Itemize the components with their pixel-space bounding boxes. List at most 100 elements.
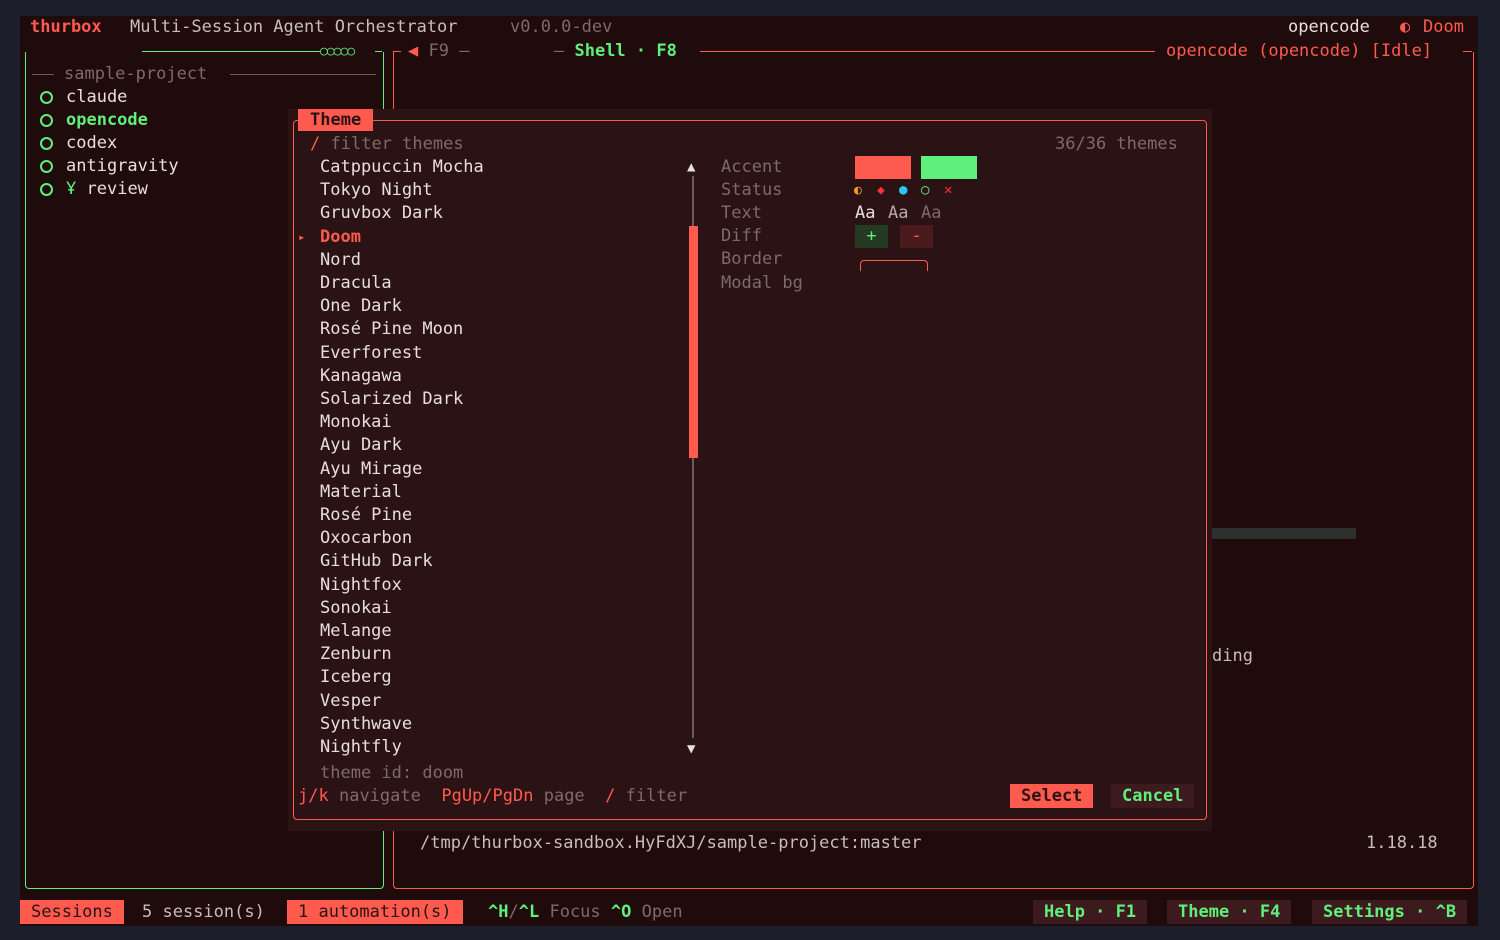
shell-partial-text: ding — [1212, 646, 1253, 666]
theme-list-item[interactable]: Nightfox — [320, 574, 402, 597]
theme-list-item[interactable]: Dracula — [320, 272, 392, 295]
text-sample-secondary: Aa — [888, 203, 909, 223]
selected-theme-marker: ▸ — [298, 230, 306, 244]
session-status-title: opencode (opencode) [Idle] — [1166, 41, 1433, 61]
shell-highlight-bar — [1212, 528, 1356, 539]
status-active-icon: ● — [899, 182, 908, 198]
help-button[interactable]: Help · F1 — [1033, 900, 1148, 924]
accent-swatch — [855, 156, 911, 179]
app-version: v0.0.0-dev — [510, 17, 613, 37]
project-name: sample-project — [64, 64, 208, 84]
theme-indicator-icon: ◐ — [1400, 17, 1411, 37]
preview-diff-label: Diff — [721, 226, 762, 246]
theme-list-item[interactable]: Gruvbox Dark — [320, 202, 443, 225]
status-idle-icon: ○ — [921, 182, 930, 198]
theme-list-item[interactable]: Doom — [320, 226, 361, 249]
secondary-swatch — [921, 156, 977, 179]
worktree-branch-icon: Ұ — [66, 179, 77, 199]
tab-shell[interactable]: — Shell · F8 — [554, 40, 677, 63]
theme-list-item[interactable]: Ayu Mirage — [320, 458, 422, 481]
status-busy-icon: ◐ — [854, 183, 862, 198]
select-button[interactable]: Select — [1010, 784, 1094, 808]
theme-list-item[interactable]: Sonokai — [320, 597, 392, 620]
theme-list-item[interactable]: Synthwave — [320, 713, 412, 736]
focus-hint: ^H/^L Focus ^O Open — [488, 902, 683, 922]
theme-list-item[interactable]: Solarized Dark — [320, 388, 463, 411]
sessions-status-tab[interactable]: Sessions — [20, 900, 124, 924]
theme-list-item[interactable]: Zenburn — [320, 643, 392, 666]
theme-list-item[interactable]: Monokai — [320, 411, 392, 434]
theme-list-item[interactable]: Melange — [320, 620, 392, 643]
automation-badge[interactable]: 1 automation(s) — [287, 900, 463, 924]
diff-remove-sample: - — [900, 225, 933, 248]
session-label: review — [86, 179, 148, 199]
theme-list-item[interactable]: Rosé Pine Moon — [320, 318, 463, 341]
diff-add-sample: + — [855, 225, 888, 248]
theme-button[interactable]: Theme · F4 — [1167, 900, 1292, 924]
scroll-down-arrow[interactable]: ▼ — [687, 738, 695, 761]
app-name: thurbox — [30, 17, 102, 37]
sessions-panel-top-border-right — [375, 51, 382, 52]
theme-list-item[interactable]: Nord — [320, 249, 361, 272]
shell-version: 1.18.18 — [1366, 833, 1438, 853]
theme-list-item[interactable]: Iceberg — [320, 666, 392, 689]
theme-list-item[interactable]: Oxocarbon — [320, 527, 412, 550]
theme-id: theme id: doom — [320, 763, 464, 783]
project-divider-right — [230, 74, 376, 75]
shell-border-seg — [393, 51, 401, 52]
theme-list-item[interactable]: One Dark — [320, 295, 402, 318]
theme-list-scroll-thumb[interactable] — [689, 226, 698, 458]
terminal-window: thurbox Multi-Session Agent Orchestrator… — [20, 16, 1478, 926]
session-item-codex[interactable]: codex — [40, 132, 117, 155]
session-item-claude[interactable]: claude — [40, 86, 127, 109]
status-error-icon: ✕ — [944, 182, 953, 198]
theme-count: 36/36 themes — [1055, 134, 1178, 154]
session-item-review[interactable]: Ұ review — [40, 178, 148, 201]
session-status-icon — [40, 136, 53, 150]
session-count: 5 session(s) — [142, 902, 265, 922]
session-label: opencode — [66, 110, 148, 130]
session-status-icon — [40, 182, 53, 196]
theme-modal-title: Theme — [298, 109, 374, 131]
session-status-icon — [40, 159, 53, 173]
theme-list-item[interactable]: Ayu Dark — [320, 434, 402, 457]
status-waiting-icon: ◆ — [877, 183, 885, 198]
border-sample — [860, 260, 928, 271]
settings-button[interactable]: Settings · ^B — [1312, 900, 1468, 924]
panel-resize-handle[interactable]: ○○○○○ — [320, 40, 355, 63]
session-status-icon — [40, 113, 53, 127]
preview-status-label: Status — [721, 180, 783, 200]
theme-list-item[interactable]: Rosé Pine — [320, 504, 412, 527]
shell-path: /tmp/thurbox-sandbox.HyFdXJ/sample-proje… — [420, 833, 922, 853]
modal-key-hints: j/k navigate PgUp/PgDn page / filter — [298, 786, 688, 806]
theme-filter-input[interactable]: / filter themes — [310, 133, 464, 156]
theme-list-item[interactable]: GitHub Dark — [320, 550, 433, 573]
preview-border-label: Border — [721, 249, 783, 269]
session-item-antigravity[interactable]: antigravity — [40, 155, 179, 178]
theme-list-item[interactable]: Everforest — [320, 342, 422, 365]
tab-f9[interactable]: ◀ F9 — — [408, 40, 469, 63]
sessions-panel-top-border — [142, 51, 320, 52]
shell-border-seg — [700, 51, 1155, 52]
theme-list-item[interactable]: Kanagawa — [320, 365, 402, 388]
theme-list-item[interactable]: Material — [320, 481, 402, 504]
app-subtitle: Multi-Session Agent Orchestrator — [130, 17, 458, 37]
session-status-icon — [40, 90, 53, 104]
project-divider-left — [32, 74, 54, 75]
shell-border-seg — [1463, 51, 1472, 52]
theme-list-item[interactable]: Catppuccin Mocha — [320, 156, 484, 179]
preview-modal-bg-label: Modal bg — [721, 273, 803, 293]
cancel-button[interactable]: Cancel — [1111, 784, 1195, 808]
session-item-opencode[interactable]: opencode — [40, 109, 148, 132]
text-sample-dim: Aa — [921, 203, 942, 223]
session-label: claude — [66, 87, 128, 107]
theme-list-item[interactable]: Nightfly — [320, 736, 402, 759]
preview-accent-label: Accent — [721, 157, 783, 177]
session-label: codex — [66, 133, 118, 153]
current-session-name: opencode — [1288, 17, 1370, 37]
theme-list-item[interactable]: Tokyo Night — [320, 179, 433, 202]
theme-list-item[interactable]: Vesper — [320, 690, 381, 713]
current-theme-name: Doom — [1423, 17, 1464, 37]
text-sample-primary: Aa — [855, 203, 876, 223]
preview-text-label: Text — [721, 203, 762, 223]
